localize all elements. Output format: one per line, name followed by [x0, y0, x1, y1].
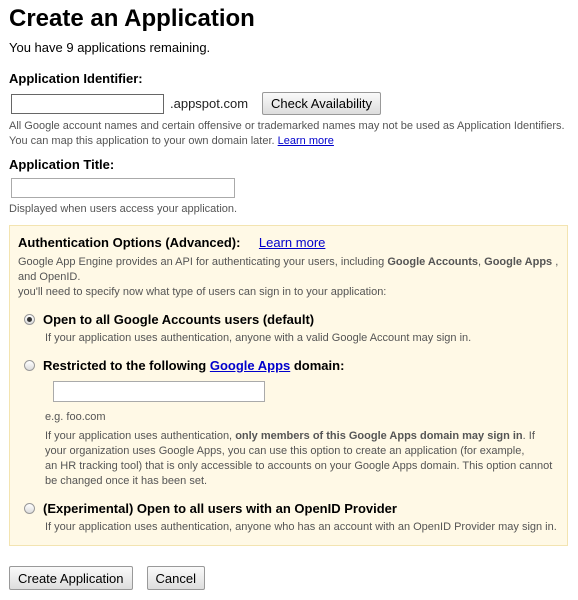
cancel-button[interactable]: Cancel [146, 566, 205, 590]
option-google-apps-help: If your application uses authentication,… [45, 430, 535, 457]
radio-google-apps[interactable] [24, 360, 35, 371]
page-title: Create an Application [9, 5, 255, 32]
domain-help: You can map this application to your own… [9, 135, 275, 147]
radio-openid[interactable] [24, 503, 35, 514]
identifier-input[interactable] [11, 93, 164, 114]
auth-options-panel: Authentication Options (Advanced): Learn… [9, 225, 568, 546]
domain-input[interactable] [53, 381, 265, 402]
remaining-count: You have 9 applications remaining. [9, 40, 211, 55]
option-google-apps-label: Restricted to the following Google Apps … [43, 358, 345, 373]
appspot-suffix: .appspot.com [170, 96, 249, 111]
identifier-label: Application Identifier: [9, 71, 143, 86]
auth-description-2: you'll need to specify now what type of … [18, 286, 387, 298]
domain-example: e.g. foo.com [45, 411, 106, 423]
option-google-apps-help-2: an HR tracking tool) that is only access… [45, 460, 553, 487]
check-availability-button[interactable]: Check Availability [262, 92, 381, 115]
option-openid-help: If your application uses authentication,… [45, 521, 557, 533]
learn-more-link[interactable]: Learn more [278, 135, 334, 147]
option-google-accounts-help: If your application uses authentication,… [45, 332, 472, 344]
auth-heading: Authentication Options (Advanced): [18, 235, 241, 250]
app-title-help: Displayed when users access your applica… [9, 203, 238, 215]
identifier-help: All Google account names and certain off… [9, 120, 565, 132]
auth-description: Google App Engine provides an API for au… [18, 256, 559, 283]
option-google-accounts-label: Open to all Google Accounts users (defau… [43, 312, 315, 327]
app-title-input[interactable] [11, 178, 235, 198]
google-apps-link[interactable]: Google Apps [210, 358, 290, 373]
option-openid-label: (Experimental) Open to all users with an… [43, 501, 397, 516]
auth-learn-more-link[interactable]: Learn more [259, 235, 325, 250]
radio-google-accounts[interactable] [24, 314, 35, 325]
app-title-label: Application Title: [9, 157, 115, 172]
create-application-button[interactable]: Create Application [9, 566, 133, 590]
